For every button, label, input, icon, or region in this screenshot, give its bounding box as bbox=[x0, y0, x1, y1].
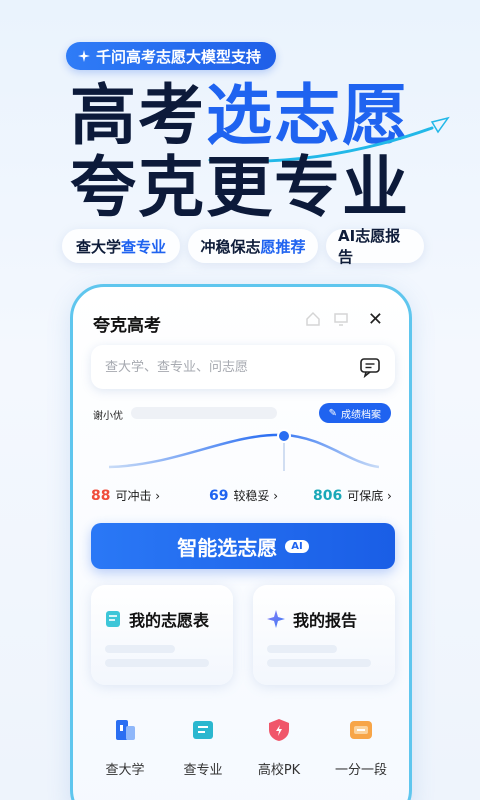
chat-icon[interactable] bbox=[359, 356, 381, 378]
my-report-card[interactable]: 我的报告 bbox=[253, 585, 395, 685]
stat-safe-label: 可保底 › bbox=[347, 489, 392, 503]
score-table-icon bbox=[350, 721, 372, 739]
headline-part-1: 高考 bbox=[70, 77, 206, 154]
nav-score-rank-label: 一分一段 bbox=[334, 763, 387, 778]
monitor-icon[interactable] bbox=[333, 311, 349, 327]
chip-2-text-a: 冲稳保志 bbox=[200, 237, 261, 256]
phone-mockup: 夸克高考 ✕ 谢小优 ✎ 成绩档案 bbox=[70, 284, 412, 800]
stat-reach-number: 88 bbox=[91, 488, 111, 504]
search-box[interactable] bbox=[91, 345, 395, 389]
user-name: 谢小优 bbox=[93, 411, 123, 422]
stat-reach-label: 可冲击 › bbox=[115, 489, 161, 503]
feature-pill-text: 千问高考志愿大模型支持 bbox=[96, 47, 262, 66]
my-application-label: 我的志愿表 bbox=[129, 611, 210, 630]
home-icon[interactable] bbox=[305, 311, 321, 327]
feature-pill: 千问高考志愿大模型支持 bbox=[66, 42, 276, 70]
pencil-icon: ✎ bbox=[328, 407, 337, 419]
document-icon bbox=[106, 611, 120, 627]
nav-score-rank[interactable]: 一分一段 bbox=[321, 717, 401, 778]
nav-search-university[interactable]: 查大学 bbox=[85, 717, 165, 778]
my-report-label: 我的报告 bbox=[293, 611, 358, 630]
book-icon bbox=[193, 721, 213, 739]
chip-search-university: 查大学 查专业 bbox=[62, 229, 180, 263]
card-placeholder-line bbox=[105, 659, 209, 667]
nav-search-major[interactable]: 查专业 bbox=[163, 717, 243, 778]
star-sparkle-icon bbox=[267, 610, 285, 628]
stat-reach[interactable]: 88 可冲击 › bbox=[91, 487, 160, 504]
sparkle-icon bbox=[78, 50, 90, 62]
chip-1-text-a: 查大学 bbox=[75, 237, 121, 256]
stats-row: 88 可冲击 › 69 较稳妥 › 806 可保底 › bbox=[73, 487, 409, 507]
card-placeholder-line bbox=[267, 659, 371, 667]
my-application-card[interactable]: 我的志愿表 bbox=[91, 585, 233, 685]
stat-stable-number: 69 bbox=[209, 488, 229, 504]
close-icon[interactable]: ✕ bbox=[368, 309, 383, 330]
chip-3-text-a: AI志愿报告 bbox=[338, 227, 401, 266]
nav-college-pk[interactable]: 高校PK bbox=[239, 717, 319, 778]
card-placeholder-line bbox=[267, 645, 337, 653]
ai-badge: AI bbox=[285, 539, 309, 553]
app-title: 夸克高考 bbox=[93, 316, 161, 336]
smart-select-button[interactable]: 智能选志愿 AI bbox=[91, 523, 395, 569]
card-placeholder-line bbox=[105, 645, 175, 653]
user-info-placeholder bbox=[131, 407, 277, 419]
nav-search-university-label: 查大学 bbox=[105, 763, 145, 778]
stat-stable-label: 较稳妥 › bbox=[233, 489, 279, 503]
score-profile-button[interactable]: ✎ 成绩档案 bbox=[318, 403, 391, 423]
stat-safe-number: 806 bbox=[313, 488, 343, 504]
nav-search-major-label: 查专业 bbox=[183, 763, 223, 778]
search-input[interactable] bbox=[105, 359, 359, 375]
headline-line-2: 夸克更专业 bbox=[70, 149, 410, 226]
score-distribution-curve bbox=[109, 429, 379, 471]
stat-safe[interactable]: 806 可保底 › bbox=[313, 487, 392, 504]
bottom-nav: 查大学 查专业 高校PK 一分一段 bbox=[73, 717, 409, 787]
my-report-title: 我的报告 bbox=[267, 607, 357, 631]
chip-recommend: 冲稳保志 愿推荐 bbox=[188, 229, 318, 263]
chip-2-text-b: 愿推荐 bbox=[260, 237, 306, 256]
shield-icon bbox=[269, 719, 289, 741]
nav-college-pk-label: 高校PK bbox=[257, 763, 301, 778]
score-profile-label: 成绩档案 bbox=[341, 409, 381, 421]
chip-ai-report: AI志愿报告 bbox=[326, 227, 424, 266]
university-icon bbox=[116, 720, 135, 740]
stat-stable[interactable]: 69 较稳妥 › bbox=[209, 487, 278, 504]
smart-select-label: 智能选志愿 bbox=[177, 535, 278, 560]
chip-1-text-b: 查专业 bbox=[121, 237, 167, 256]
my-application-title: 我的志愿表 bbox=[105, 607, 209, 631]
